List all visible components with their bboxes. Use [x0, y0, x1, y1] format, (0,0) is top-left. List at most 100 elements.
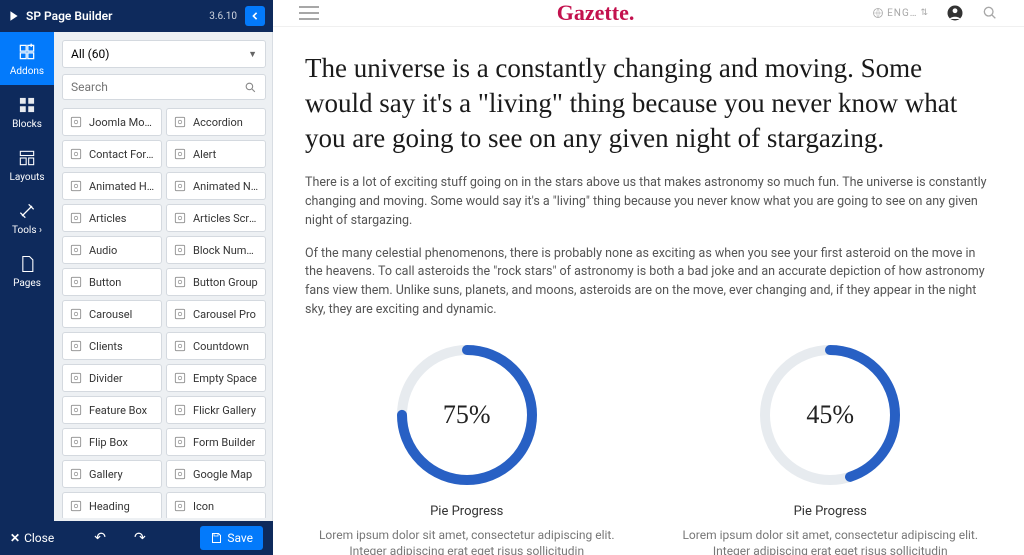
addon-label: Flip Box — [89, 436, 128, 449]
addon-cell-audio[interactable]: Audio — [62, 236, 162, 264]
addon-cell-divider[interactable]: Divider — [62, 364, 162, 392]
joomla-icon — [69, 115, 83, 129]
collapse-panel-button[interactable] — [245, 6, 265, 26]
save-button[interactable]: Save — [200, 526, 263, 550]
chart-description: Lorem ipsum dolor sit amet, consectetur … — [317, 527, 617, 555]
addons-panel: All (60) ▼ Joomla Module AccordionContact… — [54, 0, 273, 555]
blocks-icon — [17, 95, 37, 115]
addon-cell-feature[interactable]: Feature Box — [62, 396, 162, 424]
site-logo[interactable]: Gazette. — [557, 0, 635, 26]
rail-label: Layouts — [9, 172, 44, 183]
addon-label: Heading — [89, 500, 130, 513]
bell-icon — [173, 147, 187, 161]
anim-icon — [69, 179, 83, 193]
addon-cell-mail[interactable]: Contact Form — [62, 140, 162, 168]
rail-item-layouts[interactable]: Layouts — [0, 138, 54, 191]
layouts-icon — [17, 148, 37, 168]
map-icon — [173, 467, 187, 481]
search-input[interactable] — [71, 80, 244, 94]
addon-cell-blocknum[interactable]: Block Number — [166, 236, 266, 264]
addon-label: Form Builder — [193, 436, 255, 449]
search-icon — [244, 81, 257, 94]
close-button[interactable]: ✕ Close — [10, 531, 54, 545]
blocknum-icon — [173, 243, 187, 257]
addon-cell-clients[interactable]: Clients — [62, 332, 162, 360]
chevron-updown-icon: ⇅ — [920, 8, 928, 18]
carousel-icon — [69, 307, 83, 321]
addon-label: Empty Space — [193, 372, 257, 385]
addon-cell-gallery[interactable]: Gallery — [62, 460, 162, 488]
app-version: 3.6.10 — [209, 11, 237, 22]
addon-cell-flickr[interactable]: Flickr Gallery — [166, 396, 266, 424]
addon-cell-carousel[interactable]: Carousel — [62, 300, 162, 328]
side-rail: Addons Blocks Layouts Tools › Pages — [0, 0, 54, 555]
button-icon — [69, 275, 83, 289]
rail-item-addons[interactable]: Addons — [0, 32, 54, 85]
chart-title: Pie Progress — [430, 504, 503, 519]
addon-cell-heart[interactable]: Icon — [166, 492, 266, 518]
addon-cell-anim[interactable]: Animated Hea… — [62, 172, 162, 200]
rail-item-tools[interactable]: Tools › — [0, 191, 54, 244]
rail-label: Addons — [10, 66, 44, 77]
search-icon[interactable] — [982, 5, 998, 21]
addon-cell-flip[interactable]: Flip Box — [62, 428, 162, 456]
addon-cell-form[interactable]: Form Builder — [166, 428, 266, 456]
addon-label: Joomla Module — [89, 116, 155, 129]
paragraph: Of the many celestial phenomenons, there… — [305, 245, 992, 320]
addon-label: Countdown — [193, 340, 249, 353]
addon-label: Gallery — [89, 468, 123, 481]
charts-row: 75% Pie Progress Lorem ipsum dolor sit ame… — [305, 340, 992, 555]
addon-cell-scroll[interactable]: Articles Scroller — [166, 204, 266, 232]
user-icon[interactable] — [946, 4, 964, 22]
search-wrapper — [62, 74, 266, 100]
chart-value: 75% — [392, 340, 542, 490]
countdown-icon — [173, 339, 187, 353]
addon-cell-heading[interactable]: Heading — [62, 492, 162, 518]
heart-icon — [173, 499, 187, 513]
filter-dropdown[interactable]: All (60) ▼ — [62, 40, 266, 68]
addon-cell-countdown[interactable]: Countdown — [166, 332, 266, 360]
flickr-icon — [173, 403, 187, 417]
chart-description: Lorem ipsum dolor sit amet, consectetur … — [680, 527, 980, 555]
addon-label: Block Number — [193, 244, 259, 257]
addon-cell-empty[interactable]: Empty Space — [166, 364, 266, 392]
addon-cell-num[interactable]: Animated Nu… — [166, 172, 266, 200]
addon-cell-carouselpro[interactable]: Carousel Pro — [166, 300, 266, 328]
accordion-icon — [173, 115, 187, 129]
app-name: SP Page Builder — [26, 9, 112, 23]
addon-grid: Joomla ModuleAccordionContact FormAlertA… — [62, 108, 266, 518]
lang-label: ENG… — [887, 8, 917, 19]
addon-label: Flickr Gallery — [193, 404, 256, 417]
globe-icon — [872, 7, 884, 19]
menu-button[interactable] — [299, 6, 319, 20]
addon-cell-button[interactable]: Button — [62, 268, 162, 296]
addon-cell-map[interactable]: Google Map — [166, 460, 266, 488]
empty-icon — [173, 371, 187, 385]
addon-label: Divider — [89, 372, 123, 385]
addon-label: Articles — [89, 212, 126, 225]
chart-value: 45% — [755, 340, 905, 490]
close-icon: ✕ — [10, 531, 20, 545]
rail-item-blocks[interactable]: Blocks — [0, 85, 54, 138]
chevron-left-icon — [251, 12, 259, 20]
redo-button[interactable]: ↷ — [134, 530, 146, 546]
addon-cell-joomla[interactable]: Joomla Module — [62, 108, 162, 136]
addon-label: Clients — [89, 340, 123, 353]
undo-button[interactable]: ↶ — [94, 530, 106, 546]
donut: 45% — [755, 340, 905, 490]
addon-cell-btngroup[interactable]: Button Group — [166, 268, 266, 296]
addon-cell-bell[interactable]: Alert — [166, 140, 266, 168]
chart-title: Pie Progress — [794, 504, 867, 519]
clients-icon — [69, 339, 83, 353]
addon-cell-accordion[interactable]: Accordion — [166, 108, 266, 136]
btngroup-icon — [173, 275, 187, 289]
language-selector[interactable]: ENG… ⇅ — [872, 7, 928, 19]
tools-icon — [17, 201, 37, 221]
pie-progress-chart: 45% Pie Progress Lorem ipsum dolor sit ame… — [669, 340, 993, 555]
rail-item-pages[interactable]: Pages — [0, 244, 54, 297]
save-icon — [210, 532, 222, 544]
filter-label: All (60) — [71, 47, 109, 61]
addon-cell-doc[interactable]: Articles — [62, 204, 162, 232]
pie-progress-chart: 75% Pie Progress Lorem ipsum dolor sit ame… — [305, 340, 629, 555]
audio-icon — [69, 243, 83, 257]
